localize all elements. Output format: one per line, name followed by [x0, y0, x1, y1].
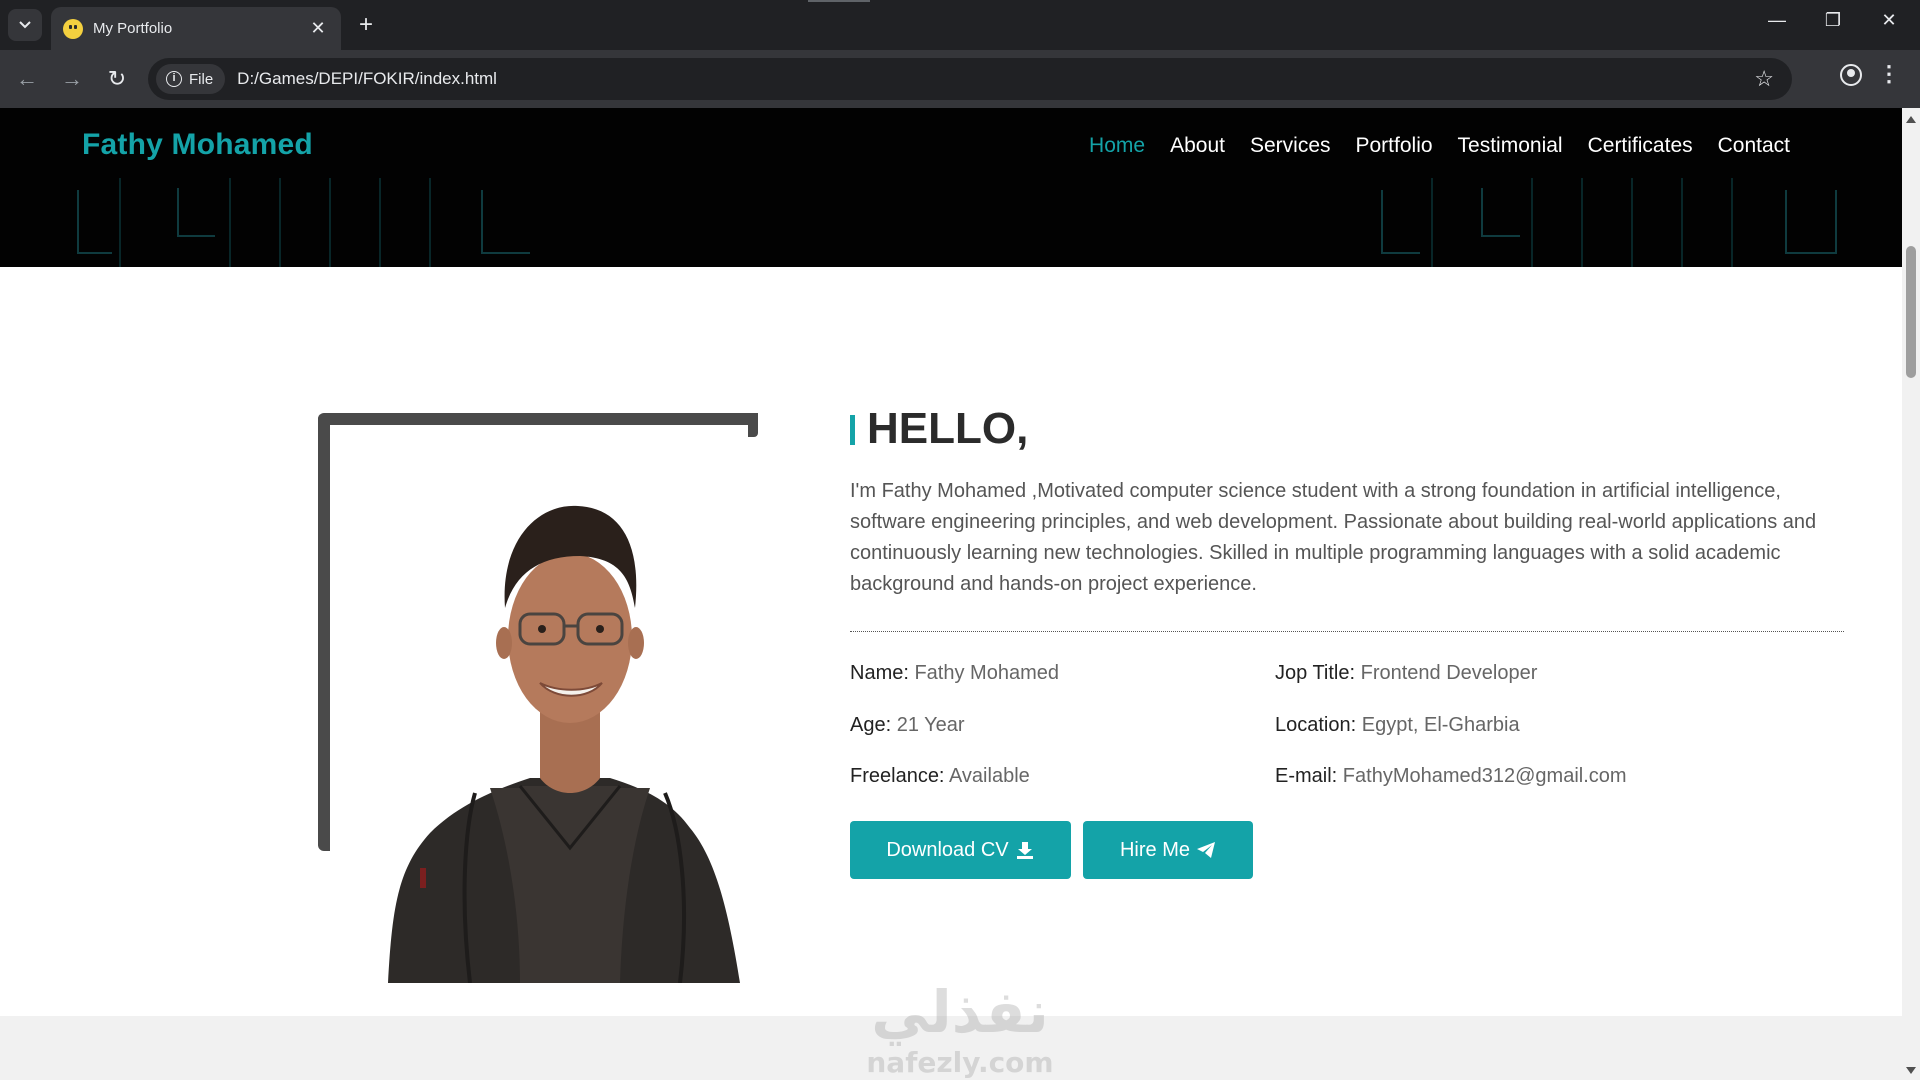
nav-services[interactable]: Services — [1250, 134, 1331, 158]
detail-label: Freelance: — [850, 765, 945, 787]
back-arrow-icon[interactable]: ← — [10, 62, 44, 96]
watermark-arabic-text: نفذلي — [871, 978, 1048, 1046]
close-window-icon[interactable]: ✕ — [1866, 10, 1912, 31]
tab-title: My Portfolio — [93, 20, 173, 37]
reload-icon[interactable]: ↻ — [100, 62, 134, 96]
detail-value[interactable]: FathyMohamed312@gmail.com — [1343, 765, 1627, 787]
photo-frame-corner — [748, 413, 758, 437]
tab-close-icon[interactable]: ✕ — [307, 18, 329, 39]
chevron-down-icon — [19, 21, 31, 29]
profile-photo — [388, 505, 740, 983]
detail-label: E-mail: — [1275, 765, 1338, 787]
detail-value: Egypt, El-Gharbia — [1361, 714, 1520, 736]
scroll-down-arrow-icon[interactable] — [1906, 1067, 1916, 1074]
browser-toolbar: ← → ↻ i File D:/Games/DEPI/FOKIR/index.h… — [0, 50, 1920, 108]
main-nav: Home About Services Portfolio Testimonia… — [1064, 134, 1790, 158]
paper-plane-icon — [1197, 842, 1215, 858]
info-icon: i — [166, 71, 182, 87]
browser-menu-icon[interactable]: ⋮ — [1878, 62, 1900, 86]
url-text[interactable]: D:/Games/DEPI/FOKIR/index.html — [237, 69, 497, 89]
page-scrollbar[interactable] — [1902, 108, 1920, 1080]
forward-arrow-icon[interactable]: → — [55, 62, 89, 96]
nav-home[interactable]: Home — [1089, 134, 1145, 158]
detail-age: Age: 21 Year — [850, 714, 965, 737]
nav-certificates[interactable]: Certificates — [1588, 134, 1693, 158]
scroll-up-arrow-icon[interactable] — [1906, 116, 1916, 123]
detail-label: Location: — [1275, 714, 1357, 736]
detail-label: Jop Title: — [1275, 662, 1356, 684]
detail-value: Frontend Developer — [1360, 662, 1538, 684]
nav-about[interactable]: About — [1170, 134, 1225, 158]
address-bar[interactable]: i File D:/Games/DEPI/FOKIR/index.html ☆ — [148, 58, 1792, 100]
nafezly-watermark-logo: نفذلي nafezly.com — [866, 978, 1053, 1079]
detail-name: Name: Fathy Mohamed — [850, 662, 1059, 685]
hello-heading: HELLO, — [867, 404, 1029, 453]
page-viewport: Fathy Mohamed Home About Services Portfo… — [0, 108, 1902, 1080]
detail-freelance: Freelance: Available — [850, 765, 1030, 788]
profile-icon[interactable] — [1840, 64, 1862, 86]
intro-paragraph: I'm Fathy Mohamed ,Motivated computer sc… — [850, 480, 1817, 595]
heading-accent-bar — [850, 415, 855, 445]
restore-icon[interactable]: ❐ — [1810, 10, 1856, 31]
dotted-divider — [850, 631, 1844, 632]
window-drag-handle[interactable] — [808, 0, 870, 2]
browser-tabbar: My Portfolio ✕ + — ❐ ✕ — [0, 0, 1920, 50]
detail-email: E-mail: FathyMohamed312@gmail.com — [1275, 765, 1627, 788]
hire-me-label: Hire Me — [1119, 838, 1190, 861]
download-cv-label: Download CV — [886, 838, 1009, 861]
scroll-thumb[interactable] — [1906, 246, 1916, 378]
bookmark-star-icon[interactable]: ☆ — [1754, 66, 1774, 92]
download-icon — [1016, 842, 1033, 859]
new-tab-button[interactable]: + — [352, 12, 380, 40]
detail-value: 21 Year — [896, 714, 965, 736]
circuit-pattern-background — [77, 178, 1837, 267]
site-header: Fathy Mohamed Home About Services Portfo… — [0, 108, 1902, 267]
tab-search-button[interactable] — [8, 9, 42, 41]
minimize-icon[interactable]: — — [1754, 10, 1800, 31]
detail-label: Age: — [850, 714, 892, 736]
detail-location: Location: Egypt, El-Gharbia — [1275, 714, 1520, 737]
detail-value: Available — [948, 765, 1030, 787]
browser-tab[interactable]: My Portfolio ✕ — [51, 7, 341, 50]
nav-testimonial[interactable]: Testimonial — [1458, 134, 1563, 158]
nav-contact[interactable]: Contact — [1718, 134, 1790, 158]
nav-portfolio[interactable]: Portfolio — [1356, 134, 1433, 158]
site-brand[interactable]: Fathy Mohamed — [82, 128, 313, 162]
detail-value: Fathy Mohamed — [914, 662, 1059, 684]
detail-job-title: Jop Title: Frontend Developer — [1275, 662, 1537, 685]
smiley-favicon-icon — [63, 18, 83, 39]
detail-label: Name: — [850, 662, 909, 684]
site-info-label: File — [189, 70, 214, 88]
watermark-latin-text: nafezly.com — [866, 1046, 1053, 1079]
hire-me-button[interactable]: Hire Me — [1083, 821, 1253, 879]
site-info-chip[interactable]: i File — [156, 64, 226, 94]
download-cv-button[interactable]: Download CV — [850, 821, 1071, 879]
